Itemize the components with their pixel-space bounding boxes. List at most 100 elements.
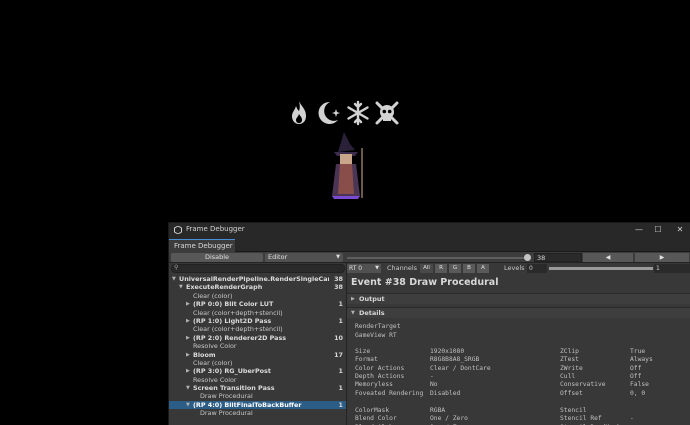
output-label: Output — [359, 295, 385, 303]
chevron-down-icon[interactable]: ▼ — [172, 275, 176, 283]
tree-row-count: 1 — [338, 367, 343, 376]
tab-bar: Frame Debugger — [169, 238, 690, 252]
tree-row-label: (RP 0:0) Blit Color LUT — [193, 300, 274, 309]
chevron-down-icon[interactable]: ▼ — [186, 384, 190, 392]
detail-row: Depth Actions - Cull Off — [355, 373, 690, 381]
tree-row[interactable]: Resolve Color — [169, 376, 346, 384]
search-input[interactable]: ⚲ — [171, 264, 345, 273]
channel-all-button[interactable]: All — [420, 264, 433, 273]
render-target-bar: RT 0 ▼ Channels All R G B A Levels 0 1 — [347, 264, 690, 273]
channel-b-button[interactable]: B — [463, 264, 475, 273]
tab-frame-debugger[interactable]: Frame Debugger — [169, 239, 235, 252]
channel-a-button[interactable]: A — [477, 264, 489, 273]
tree-row[interactable]: Resolve Color — [169, 342, 346, 350]
unity-logo-icon — [174, 226, 182, 234]
detail-key: Foveated Rendering — [355, 389, 424, 397]
tree-row[interactable]: Clear (color+depth+stencil) — [169, 325, 346, 334]
detail-value: One / Zero — [430, 415, 468, 423]
tree-row-label: Clear (color+depth+stencil) — [193, 325, 283, 334]
detail-key: ZWrite — [560, 364, 583, 372]
channel-g-button[interactable]: G — [449, 264, 461, 273]
rt-dropdown[interactable]: RT 0 ▼ — [347, 264, 381, 273]
chevron-down-icon: ▼ — [375, 265, 379, 271]
window-titlebar[interactable]: Frame Debugger — ☐ ✕ — [169, 223, 690, 238]
detail-key: Offset — [560, 389, 583, 397]
event-slider[interactable] — [347, 253, 533, 262]
detail-value: Off — [630, 372, 642, 380]
search-icon: ⚲ — [174, 264, 179, 271]
tree-row-label: Clear (color+depth+stencil) — [193, 308, 283, 317]
chevron-down-icon[interactable]: ▼ — [179, 283, 183, 291]
detail-value: Clear / DontCare — [430, 364, 491, 372]
chevron-down-icon: ▼ — [336, 254, 340, 260]
tree-row[interactable]: ▼UniversalRenderPipeline.RenderSingleCam… — [169, 275, 346, 283]
detail-key: Memoryless — [355, 381, 393, 389]
chevron-down-icon[interactable]: ▼ — [186, 401, 190, 409]
detail-key: Cull — [560, 372, 576, 380]
tree-row[interactable]: Clear (color) — [169, 359, 346, 367]
tree-row-count: 1 — [338, 384, 343, 393]
chevron-right-icon[interactable]: ▶ — [186, 367, 190, 375]
render-target-label: RenderTarget — [355, 323, 401, 330]
detail-key: Blend Color — [355, 415, 397, 423]
status-icons-row — [286, 100, 402, 130]
previous-event-button[interactable]: ◀ — [583, 253, 633, 262]
detail-key: ZClip — [560, 348, 579, 355]
detail-key: Stencil Ref — [560, 415, 602, 423]
minimize-icon[interactable]: — — [633, 224, 645, 236]
fire-icon — [292, 101, 306, 124]
levels-min-field[interactable]: 0 — [527, 264, 547, 273]
tree-row[interactable]: ▶ (RP 1:0) Light2D Pass 1 — [169, 316, 346, 325]
tree-row-count: 1 — [338, 400, 343, 409]
chevron-right-icon[interactable]: ▶ — [186, 351, 190, 359]
chevron-right-icon[interactable]: ▶ — [186, 317, 190, 325]
close-icon[interactable]: ✕ — [674, 224, 686, 236]
tree-row[interactable]: ▶ (RP 0:0) Blit Color LUT 1 — [169, 300, 346, 309]
detail-value: False — [630, 381, 649, 389]
tree-row[interactable]: Draw Procedural — [169, 409, 346, 418]
detail-key: ColorMask — [355, 407, 390, 414]
tree-row[interactable]: Clear (color+depth+stencil) — [169, 308, 346, 317]
tree-row[interactable]: ▼ ExecuteRenderGraph 38 — [169, 283, 346, 292]
detail-key: Depth Actions — [355, 372, 405, 380]
detail-key: Conservative — [560, 381, 606, 389]
tree-row[interactable]: Clear (color) — [169, 292, 346, 300]
tree-row-label: Draw Procedural — [200, 409, 253, 418]
tree-row-count: 1 — [338, 300, 343, 309]
tree-row[interactable]: ▶ Bloom 17 — [169, 350, 346, 359]
maximize-icon[interactable]: ☐ — [652, 224, 664, 236]
tree-row-label: Bloom — [193, 350, 216, 359]
event-tree: ▼UniversalRenderPipeline.RenderSingleCam… — [169, 275, 346, 418]
details-section-header[interactable]: ▼ Details — [347, 307, 690, 318]
arrow-right-icon: ▶ — [659, 254, 665, 261]
tree-row[interactable]: ▼ Screen Transition Pass 1 — [169, 384, 346, 393]
detail-row: Color Actions Clear / DontCare ZWrite Off — [355, 365, 690, 373]
wizard-character — [332, 132, 363, 199]
detail-row: Blend Color One / Zero Stencil Ref - — [355, 415, 690, 423]
event-tree-panel: ⚲ ▼ UniversalRenderPipeline.RenderSingleC… — [169, 263, 347, 425]
tree-row[interactable]: ▶ (RP 2:0) Renderer2D Pass 10 — [169, 334, 346, 342]
levels-label: Levels — [504, 264, 525, 272]
detail-value: RGBA — [430, 407, 446, 414]
event-number-field[interactable]: 38 — [534, 253, 582, 262]
tree-row[interactable]: ▼ (RP 4:0) BlitFinalToBackBuffer 1 — [169, 400, 346, 410]
tree-row-count: 1 — [338, 316, 343, 325]
detail-value: 1920x1080 — [430, 348, 465, 355]
disable-button[interactable]: Disable — [171, 253, 263, 262]
tree-row[interactable]: ▶ (RP 3:0) RG_UberPost 1 — [169, 367, 346, 376]
channel-r-button[interactable]: R — [435, 264, 447, 273]
levels-range-slider[interactable] — [549, 267, 653, 270]
slider-thumb[interactable] — [524, 254, 531, 261]
chevron-right-icon: ▶ — [351, 296, 355, 302]
tree-row-count: 38 — [334, 275, 343, 283]
detail-value: - — [630, 415, 634, 423]
output-section-header[interactable]: ▶ Output — [347, 293, 690, 304]
chevron-right-icon[interactable]: ▶ — [186, 300, 190, 308]
target-dropdown[interactable]: Editor ▼ — [265, 253, 343, 262]
tree-row[interactable]: Draw Procedural — [169, 392, 346, 400]
chevron-right-icon[interactable]: ▶ — [186, 334, 190, 342]
tree-row-label: (RP 4:0) BlitFinalToBackBuffer — [193, 400, 302, 409]
levels-max-field[interactable]: 1 — [654, 264, 690, 273]
next-event-button[interactable]: ▶ — [635, 253, 689, 262]
tree-row-label: ExecuteRenderGraph — [186, 283, 263, 292]
